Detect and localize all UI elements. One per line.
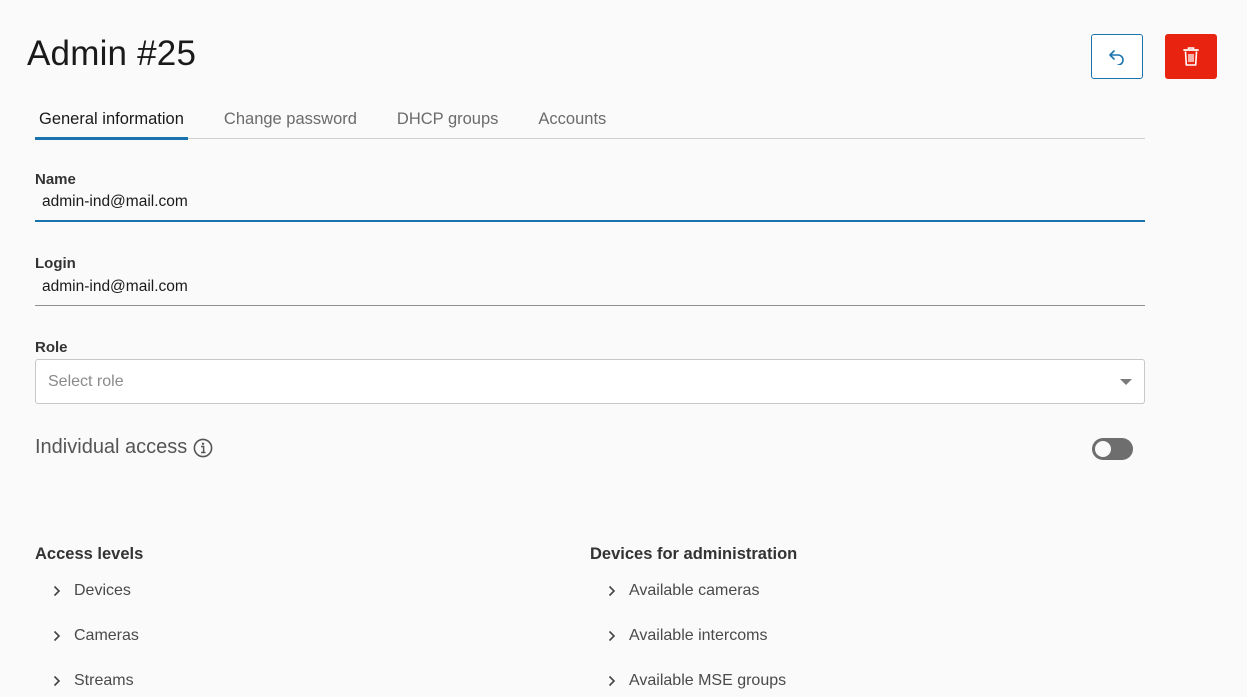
login-label: Login bbox=[35, 255, 76, 272]
chevron-right-icon bbox=[53, 580, 65, 602]
tree-item-label: Available cameras bbox=[629, 582, 760, 599]
role-select-placeholder: Select role bbox=[48, 372, 124, 390]
tree-item-available-mse-groups[interactable]: Available MSE groups bbox=[590, 670, 786, 697]
devices-admin-list: Available cameras Available intercoms Av… bbox=[590, 580, 786, 697]
name-input[interactable] bbox=[35, 190, 1145, 222]
tab-bar: General information Change password DHCP… bbox=[35, 100, 1145, 140]
access-levels-list: Devices Cameras Streams bbox=[35, 580, 139, 697]
info-icon[interactable] bbox=[193, 438, 213, 458]
back-button[interactable] bbox=[1091, 34, 1143, 79]
tab-dhcp-groups[interactable]: DHCP groups bbox=[393, 100, 503, 138]
tree-item-available-cameras[interactable]: Available cameras bbox=[590, 580, 786, 625]
access-levels-title: Access levels bbox=[35, 545, 144, 563]
page-title: Admin #25 bbox=[27, 34, 197, 73]
chevron-right-icon bbox=[53, 625, 65, 647]
tree-item-devices[interactable]: Devices bbox=[35, 580, 139, 625]
delete-button[interactable] bbox=[1165, 34, 1217, 79]
trash-icon bbox=[1183, 47, 1199, 66]
undo-icon bbox=[1109, 49, 1124, 65]
login-input[interactable] bbox=[35, 274, 1145, 306]
tree-item-cameras[interactable]: Cameras bbox=[35, 625, 139, 670]
toggle-knob bbox=[1095, 441, 1111, 457]
chevron-right-icon bbox=[53, 670, 65, 692]
role-label: Role bbox=[35, 339, 68, 356]
admin-edit-page: Admin #25 General information Change pas… bbox=[0, 0, 1247, 697]
tree-item-label: Cameras bbox=[74, 627, 139, 644]
tree-item-available-intercoms[interactable]: Available intercoms bbox=[590, 625, 786, 670]
chevron-right-icon bbox=[608, 580, 620, 602]
tree-item-label: Devices bbox=[74, 582, 131, 599]
individual-access-label: Individual access bbox=[35, 436, 188, 458]
tab-change-password[interactable]: Change password bbox=[220, 100, 361, 138]
devices-admin-title: Devices for administration bbox=[590, 545, 798, 563]
tab-accounts[interactable]: Accounts bbox=[534, 100, 610, 138]
chevron-right-icon bbox=[608, 670, 620, 692]
tab-general-information[interactable]: General information bbox=[35, 100, 188, 140]
tree-item-label: Available MSE groups bbox=[629, 672, 787, 689]
tree-item-label: Available intercoms bbox=[629, 627, 768, 644]
name-label: Name bbox=[35, 171, 76, 188]
tree-item-label: Streams bbox=[74, 672, 134, 689]
individual-access-toggle[interactable] bbox=[1092, 438, 1133, 460]
individual-access-row: Individual access bbox=[35, 436, 213, 459]
caret-down-icon bbox=[1120, 378, 1132, 385]
role-select[interactable]: Select role bbox=[35, 359, 1145, 404]
tree-item-streams[interactable]: Streams bbox=[35, 670, 139, 697]
chevron-right-icon bbox=[608, 625, 620, 647]
